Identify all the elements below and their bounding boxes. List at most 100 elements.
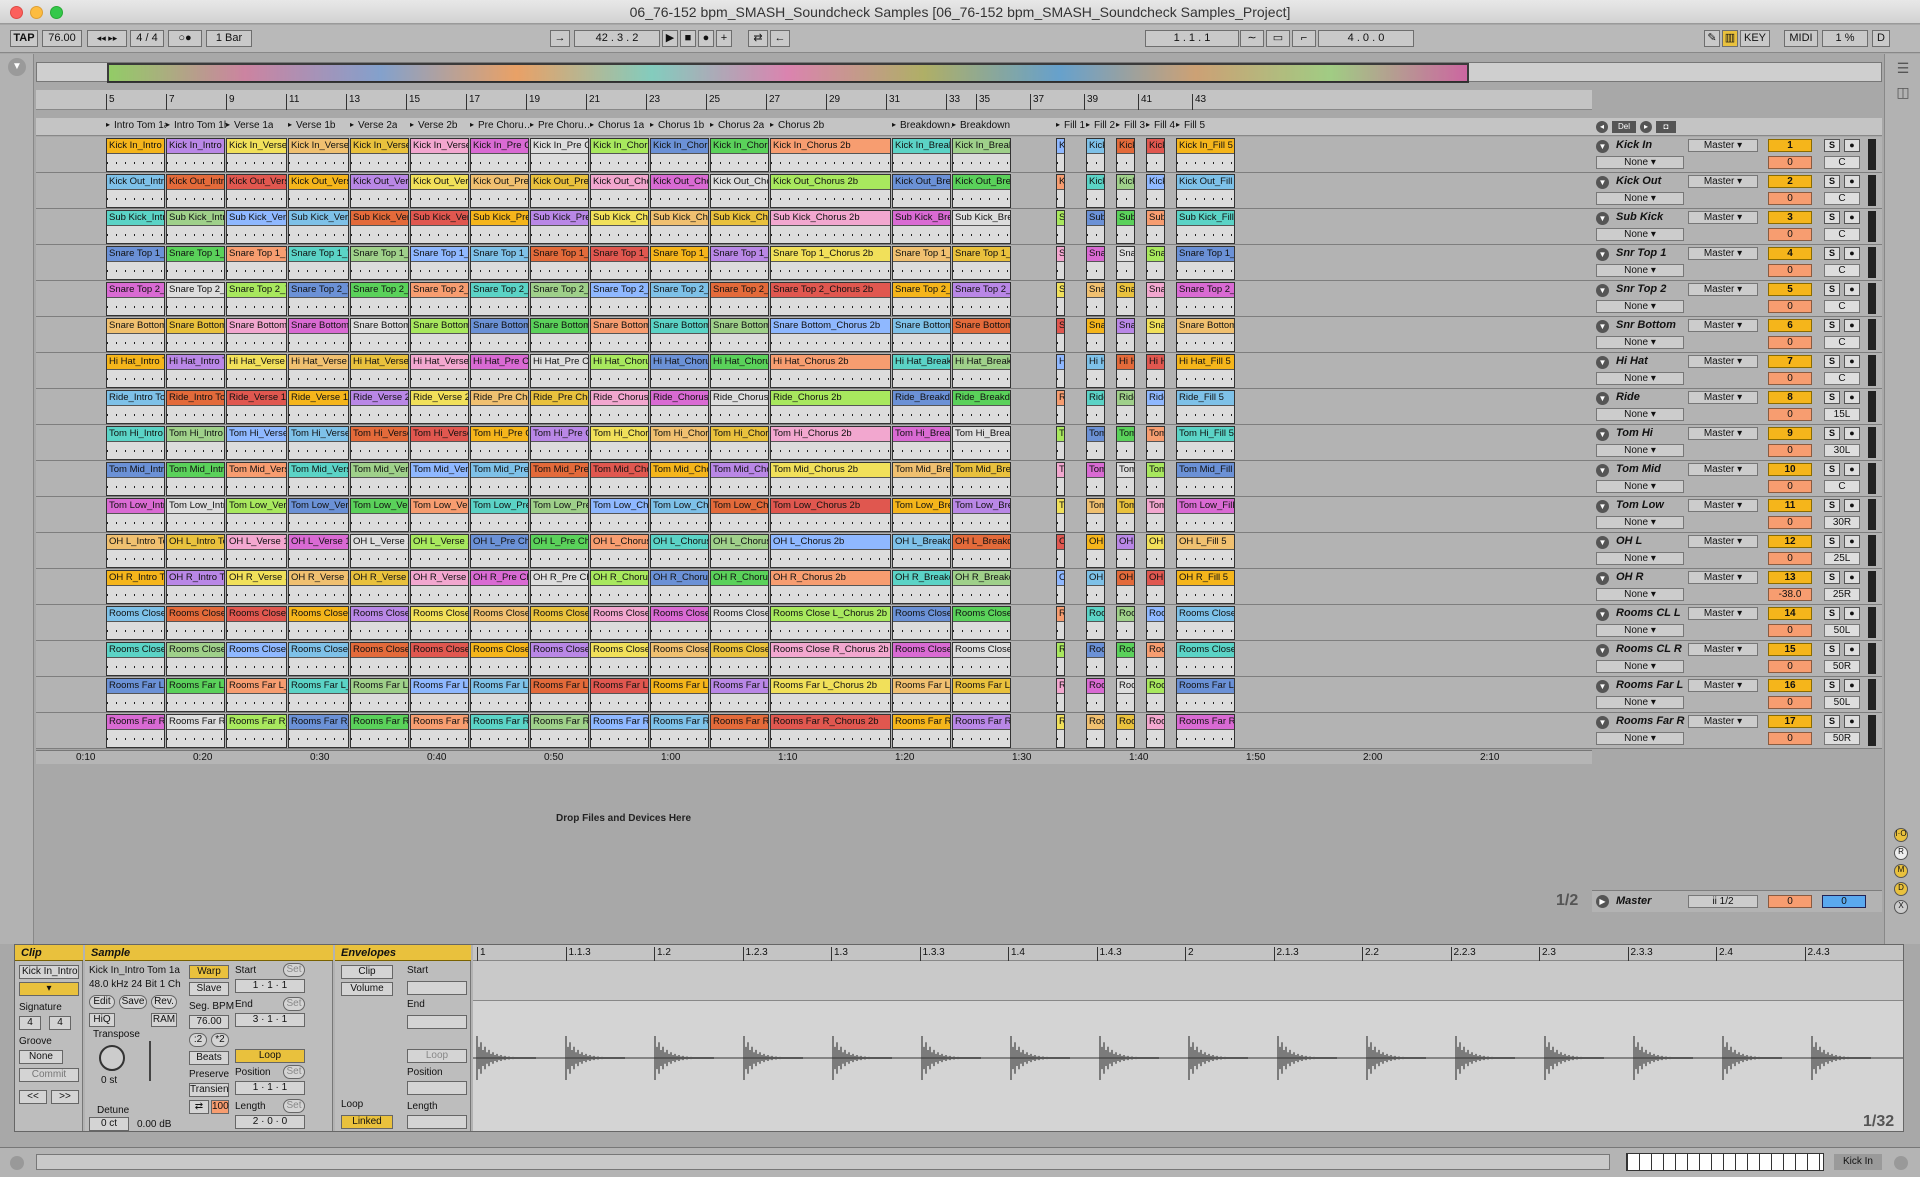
audio-clip[interactable]: Tom Hi_Chorus 2a	[710, 426, 769, 460]
track-volume[interactable]: 0	[1768, 372, 1812, 385]
minimize-window-button[interactable]	[30, 6, 43, 19]
audio-clip[interactable]: Tom Low_Fill 5	[1176, 498, 1235, 532]
output-select[interactable]: Master ▾	[1688, 355, 1758, 368]
master-output-select[interactable]: ii 1/2	[1688, 895, 1758, 908]
audio-clip[interactable]: Tom Hi_Fill 3	[1116, 426, 1135, 460]
track-lane[interactable]: Tom Low_Intro Tom 1aTom Low_Intro Tom 1b…	[36, 497, 1592, 533]
loop-length-field[interactable]: 4 . 0 . 0	[1318, 30, 1414, 47]
arm-button[interactable]: ●	[1844, 571, 1860, 584]
audio-clip[interactable]: OH R_Verse 1a	[226, 570, 287, 604]
audio-clip[interactable]: Rooms Close L_Verse 2b	[410, 606, 469, 640]
detune-field[interactable]: 0 ct	[89, 1117, 129, 1131]
audio-clip[interactable]: Sub Kick_Verse 1b	[288, 210, 349, 244]
audio-clip[interactable]: Snare Top 1_Fill 3	[1116, 246, 1135, 280]
env-length-field[interactable]	[407, 1115, 467, 1129]
audio-clip[interactable]: Tom Low_Pre Chorus 1b	[530, 498, 589, 532]
audio-clip[interactable]: Sub Kick_Chorus 1b	[650, 210, 709, 244]
audio-clip[interactable]: Snare Top 1_Pre Chorus 1a	[470, 246, 529, 280]
arm-button[interactable]: ●	[1844, 355, 1860, 368]
audio-clip[interactable]: Rooms Close R_Fill 4	[1146, 642, 1165, 676]
audio-clip[interactable]: Rooms Far R_Verse 2b	[410, 714, 469, 748]
set-length-button[interactable]: Set	[283, 1099, 305, 1113]
track-volume[interactable]: 0	[1768, 480, 1812, 493]
audio-clip[interactable]: Rooms Close R_Fill 2	[1086, 642, 1105, 676]
env-position-field[interactable]	[407, 1081, 467, 1095]
audio-clip[interactable]: Rooms Close L_Fill 3	[1116, 606, 1135, 640]
audio-clip[interactable]: Hi Hat_Chorus 1a	[590, 354, 649, 388]
pan-control[interactable]: C	[1824, 228, 1860, 241]
hiq-button[interactable]: HiQ	[89, 1013, 115, 1027]
audio-clip[interactable]: Ride_Pre Chorus 1a	[470, 390, 529, 424]
audio-clip[interactable]: Kick In_Intro Tom 1a	[106, 138, 165, 172]
signature-numerator[interactable]: 4	[19, 1016, 41, 1030]
solo-button[interactable]: S	[1824, 139, 1840, 152]
output-select[interactable]: Master ▾	[1688, 607, 1758, 620]
audio-clip[interactable]: Tom Hi_Pre Chorus 1a	[470, 426, 529, 460]
linked-button[interactable]: Linked	[341, 1115, 393, 1129]
solo-button[interactable]: S	[1824, 355, 1840, 368]
pan-control[interactable]: 25R	[1824, 588, 1860, 601]
fold-track-icon[interactable]: ▼	[1596, 392, 1609, 405]
track-header[interactable]: ▼ Sub Kick None ▾ Master ▾ 3 0 S ● C	[1592, 209, 1882, 245]
gain-slider[interactable]	[149, 1041, 151, 1081]
audio-clip[interactable]: Rooms Far L_Verse 2a	[350, 678, 409, 712]
audio-clip[interactable]: Rooms Far R_Intro Tom 1b	[166, 714, 225, 748]
audio-clip[interactable]: Ride_Chorus 2a	[710, 390, 769, 424]
fold-track-icon[interactable]: ▼	[1596, 464, 1609, 477]
audio-clip[interactable]: Kick In_Breakdown 1b	[952, 138, 1011, 172]
metronome-button[interactable]: ○●	[168, 30, 202, 47]
audio-clip[interactable]: OH R_Breakdown 1a	[892, 570, 951, 604]
audio-clip[interactable]: Tom Hi_Fill 1	[1056, 426, 1065, 460]
locator[interactable]: ▸ Verse 2a	[350, 120, 397, 131]
track-header[interactable]: ▼ Snr Bottom None ▾ Master ▾ 6 0 S ● C	[1592, 317, 1882, 353]
arm-button[interactable]: ●	[1844, 535, 1860, 548]
track-lane[interactable]: Snare Top 1_Intro Tom 1aSnare Top 1_Intr…	[36, 245, 1592, 281]
audio-clip[interactable]: Rooms Close R_Intro Tom 1a	[106, 642, 165, 676]
audio-clip[interactable]: Ride_Chorus 2b	[770, 390, 891, 424]
audio-clip[interactable]: Snare Top 2_Fill 4	[1146, 282, 1165, 316]
zoom-window-button[interactable]	[50, 6, 63, 19]
track-header[interactable]: ▼ Rooms Far R None ▾ Master ▾ 17 0 S ● 50R	[1592, 713, 1882, 749]
track-name[interactable]: Kick Out	[1616, 175, 1661, 187]
audio-clip[interactable]: Snare Bottom_Chorus 2a	[710, 318, 769, 352]
audio-clip[interactable]: Sub Kick_Verse 2b	[410, 210, 469, 244]
arm-button[interactable]: ●	[1844, 211, 1860, 224]
audio-clip[interactable]: Hi Hat_Chorus 2b	[770, 354, 891, 388]
track-activator[interactable]: 6	[1768, 319, 1812, 332]
audio-clip[interactable]: Rooms Far L_Chorus 2a	[710, 678, 769, 712]
audio-clip[interactable]: Kick Out_Verse 2b	[410, 174, 469, 208]
audio-clip[interactable]: Hi Hat_Chorus 2a	[710, 354, 769, 388]
track-name[interactable]: Rooms CL L	[1616, 607, 1681, 619]
input-select[interactable]: None ▾	[1596, 696, 1684, 709]
audio-clip[interactable]: Kick In_Verse 2b	[410, 138, 469, 172]
audio-clip[interactable]: Rooms Far L_Chorus 2b	[770, 678, 891, 712]
pan-control[interactable]: C	[1824, 300, 1860, 313]
arm-button[interactable]: ●	[1844, 283, 1860, 296]
output-select[interactable]: Master ▾	[1688, 499, 1758, 512]
audio-clip[interactable]: Snare Bottom_Chorus 2b	[770, 318, 891, 352]
audio-clip[interactable]: OH L_Verse 1b	[288, 534, 349, 568]
audio-clip[interactable]: Rooms Close L_Fill 5	[1176, 606, 1235, 640]
audio-clip[interactable]: Sub Kick_Verse 2a	[350, 210, 409, 244]
track-lane[interactable]: Tom Mid_Intro Tom 1aTom Mid_Intro Tom 1b…	[36, 461, 1592, 497]
fold-master-icon[interactable]: ▶	[1596, 895, 1609, 908]
preserve-select[interactable]: Transien	[189, 1083, 229, 1097]
audio-clip[interactable]: Snare Bottom_Fill 1	[1056, 318, 1065, 352]
audio-clip[interactable]: Snare Top 2_Verse 1a	[226, 282, 287, 316]
io-toggle-icon[interactable]: I·O	[1894, 828, 1908, 842]
fold-track-icon[interactable]: ▼	[1596, 428, 1609, 441]
audio-clip[interactable]: Rooms Far L_Breakdown 1a	[892, 678, 951, 712]
audio-clip[interactable]: Ride_Verse 2a	[350, 390, 409, 424]
audio-clip[interactable]: Hi Hat_Breakdown 1b	[952, 354, 1011, 388]
audio-clip[interactable]: Tom Mid_Breakdown 1b	[952, 462, 1011, 496]
audio-clip[interactable]: Snare Top 1_Breakdown 1a	[892, 246, 951, 280]
audio-clip[interactable]: Rooms Far R_Breakdown 1b	[952, 714, 1011, 748]
computer-midi-keyboard-icon[interactable]: ▥	[1722, 30, 1738, 47]
audio-clip[interactable]: Tom Mid_Chorus 1b	[650, 462, 709, 496]
play-button[interactable]: ▶	[662, 30, 678, 47]
audio-clip[interactable]: Sub Kick_Chorus 2a	[710, 210, 769, 244]
audio-clip[interactable]: Rooms Close L_Chorus 1b	[650, 606, 709, 640]
audio-clip[interactable]: Snare Bottom_Verse 1b	[288, 318, 349, 352]
audio-clip[interactable]: Tom Mid_Chorus 1a	[590, 462, 649, 496]
track-lane[interactable]: Snare Bottom_Intro Tom 1aSnare Bottom_In…	[36, 317, 1592, 353]
